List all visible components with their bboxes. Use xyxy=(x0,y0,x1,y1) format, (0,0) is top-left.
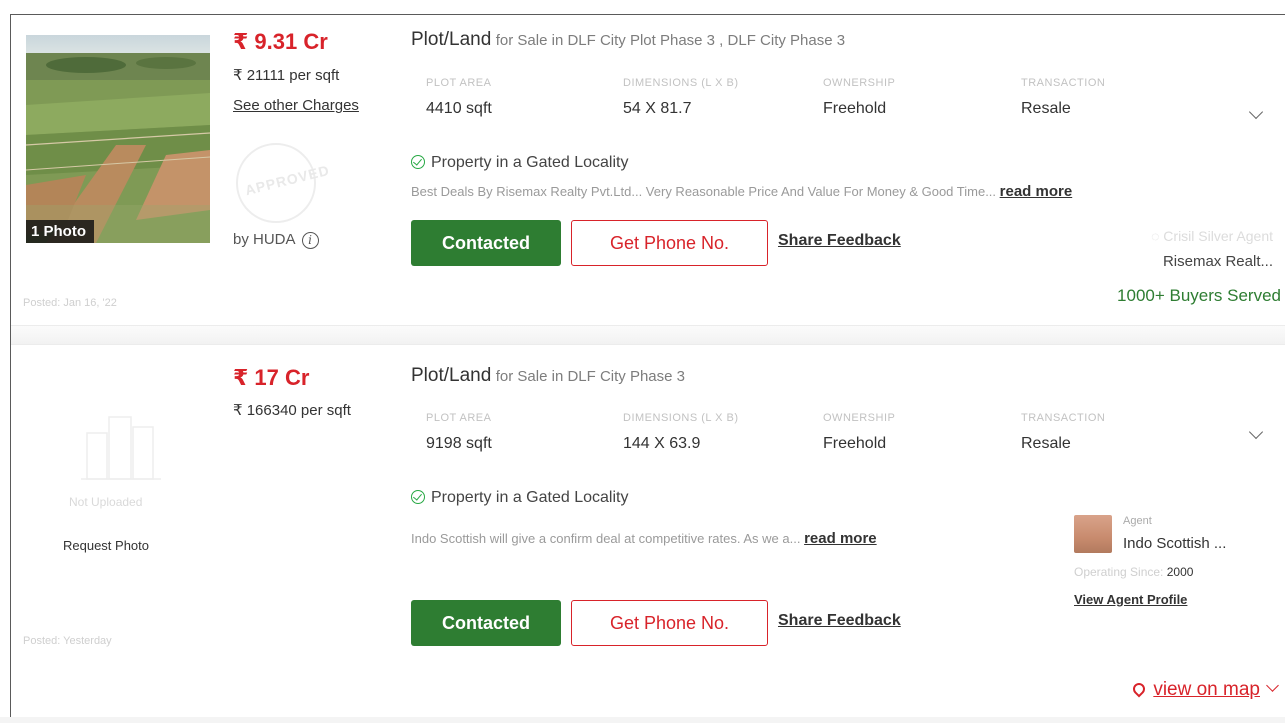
attr-value-dimensions: 144 X 63.9 xyxy=(623,435,701,452)
gated-locality: Property in a Gated Locality xyxy=(411,488,628,507)
view-on-map-link[interactable]: view on map xyxy=(1153,679,1260,700)
approved-by: by HUDA i xyxy=(233,231,319,249)
attr-label-dimensions: DIMENSIONS (L X B) xyxy=(623,77,739,89)
chevron-down-icon[interactable] xyxy=(1266,679,1279,692)
view-on-map[interactable]: view on map xyxy=(1130,679,1279,701)
share-feedback-link[interactable]: Share Feedback xyxy=(778,612,901,630)
photo-count-badge[interactable]: 1 Photo xyxy=(26,220,94,243)
expand-chevron-down-icon[interactable] xyxy=(1248,104,1264,120)
attr-value-ownership: Freehold xyxy=(823,100,887,117)
attr-value-dimensions: 54 X 81.7 xyxy=(623,100,692,117)
attr-label-dimensions: DIMENSIONS (L X B) xyxy=(623,412,739,424)
price-per-sqft: ₹ 166340 per sqft xyxy=(233,402,351,419)
crisil-agent-badge: ◌ Crisil Silver Agent xyxy=(1151,228,1273,244)
attr-label-transaction: TRANSACTION xyxy=(1021,77,1106,89)
attr-value-plot-area: 9198 sqft xyxy=(426,435,492,452)
get-phone-button[interactable]: Get Phone No. xyxy=(571,600,768,646)
crisil-badge-text: Crisil Silver Agent xyxy=(1163,228,1273,244)
attr-label-transaction: TRANSACTION xyxy=(1021,412,1106,424)
check-circle-icon xyxy=(411,155,425,169)
get-phone-button[interactable]: Get Phone No. xyxy=(571,220,768,266)
attr-label-ownership: OWNERSHIP xyxy=(823,412,896,424)
share-feedback-link[interactable]: Share Feedback xyxy=(778,232,901,250)
listing-description: Best Deals By Risemax Realty Pvt.Ltd... … xyxy=(411,183,1072,200)
attr-label-ownership: OWNERSHIP xyxy=(823,77,896,89)
crisil-badge-icon: ◌ xyxy=(1151,228,1160,244)
card-separator xyxy=(11,325,1285,345)
property-photo[interactable]: 1 Photo xyxy=(26,35,210,243)
attr-value-transaction: Resale xyxy=(1021,100,1071,117)
info-icon[interactable]: i xyxy=(301,232,319,249)
operating-since-year: 2000 xyxy=(1166,565,1194,579)
posted-date: Posted: Yesterday xyxy=(23,635,112,647)
description-text: Indo Scottish will give a confirm deal a… xyxy=(411,531,801,546)
not-uploaded-text: Not Uploaded xyxy=(69,495,143,509)
title-main: Plot/Land xyxy=(411,29,492,50)
gated-locality: Property in a Gated Locality xyxy=(411,153,628,172)
read-more-link[interactable]: read more xyxy=(804,530,877,547)
agent-name[interactable]: Risemax Realt... xyxy=(1163,253,1273,270)
operating-since-label: Operating Since: xyxy=(1074,565,1164,579)
expand-chevron-down-icon[interactable] xyxy=(1248,424,1264,440)
listing-title[interactable]: Plot/Land for Sale in DLF City Plot Phas… xyxy=(411,29,845,51)
check-circle-icon xyxy=(411,490,425,504)
approved-by-label: by HUDA xyxy=(233,231,296,248)
contacted-button[interactable]: Contacted xyxy=(411,220,561,266)
other-charges-link[interactable]: See other Charges xyxy=(233,97,359,114)
listing-card-2[interactable]: Not Uploaded Request Photo Posted: Yeste… xyxy=(11,345,1285,717)
price-per-sqft: ₹ 21111 per sqft xyxy=(233,67,340,84)
approved-stamp-icon: APPROVED xyxy=(236,143,331,223)
land-photo-image xyxy=(26,35,210,243)
contacted-button[interactable]: Contacted xyxy=(411,600,561,646)
agent-label: Agent xyxy=(1123,515,1152,527)
building-placeholder-icon xyxy=(81,411,161,486)
agent-name[interactable]: Indo Scottish ... xyxy=(1123,535,1226,552)
attr-label-plot-area: PLOT AREA xyxy=(426,412,492,424)
title-sub: for Sale in DLF City Phase 3 xyxy=(495,368,686,385)
operating-since: Operating Since: 2000 xyxy=(1074,565,1193,579)
read-more-link[interactable]: read more xyxy=(1000,183,1073,200)
bottom-edge xyxy=(0,717,1285,723)
agent-avatar[interactable] xyxy=(1074,515,1112,553)
buyers-served: 1000+ Buyers Served xyxy=(1117,286,1281,305)
stamp-text: APPROVED xyxy=(243,161,332,199)
attr-label-plot-area: PLOT AREA xyxy=(426,77,492,89)
title-main: Plot/Land xyxy=(411,365,492,386)
listing-description: Indo Scottish will give a confirm deal a… xyxy=(411,530,877,547)
listing-price: ₹ 17 Cr xyxy=(233,365,310,390)
attr-value-transaction: Resale xyxy=(1021,435,1071,452)
listing-price: ₹ 9.31 Cr xyxy=(233,29,328,54)
gated-text: Property in a Gated Locality xyxy=(431,489,629,506)
attr-value-plot-area: 4410 sqft xyxy=(426,100,492,117)
request-photo-link[interactable]: Request Photo xyxy=(63,538,149,553)
description-text: Best Deals By Risemax Realty Pvt.Ltd... … xyxy=(411,184,997,199)
attr-value-ownership: Freehold xyxy=(823,435,887,452)
title-sub: for Sale in DLF City Plot Phase 3 , DLF … xyxy=(495,32,846,49)
view-agent-profile-link[interactable]: View Agent Profile xyxy=(1074,592,1187,607)
listing-title[interactable]: Plot/Land for Sale in DLF City Phase 3 xyxy=(411,365,685,387)
posted-date: Posted: Jan 16, '22 xyxy=(23,297,117,309)
gated-text: Property in a Gated Locality xyxy=(431,154,629,171)
map-pin-icon xyxy=(1130,680,1148,698)
listing-card-1[interactable]: 1 Photo ₹ 9.31 Cr ₹ 21111 per sqft See o… xyxy=(11,15,1285,325)
